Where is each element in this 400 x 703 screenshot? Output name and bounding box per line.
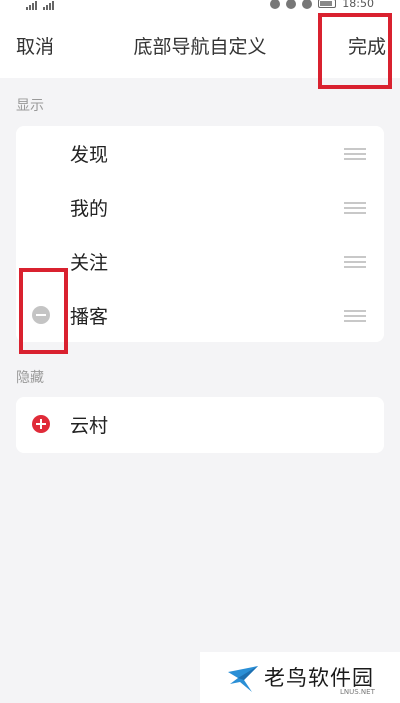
shown-item-follow[interactable]: 关注 bbox=[16, 234, 384, 288]
drag-handle-icon[interactable] bbox=[344, 310, 366, 322]
cancel-button[interactable]: 取消 bbox=[16, 32, 54, 59]
drag-handle-icon[interactable] bbox=[344, 148, 366, 160]
hidden-item-cloud-village[interactable]: 云村 bbox=[16, 397, 384, 453]
shown-items-card: 发现 我的 关注 播客 bbox=[16, 126, 384, 342]
add-plus-icon[interactable] bbox=[32, 415, 50, 433]
status-right: 18:50 bbox=[270, 0, 374, 10]
shown-item-discover[interactable]: 发现 bbox=[16, 126, 384, 180]
drag-handle-icon[interactable] bbox=[344, 256, 366, 268]
hidden-items-card: 云村 bbox=[16, 397, 384, 453]
shown-item-mine[interactable]: 我的 bbox=[16, 180, 384, 234]
mute-icon bbox=[286, 0, 297, 9]
watermark-domain: LNUS.NET bbox=[340, 688, 375, 696]
status-bar: 18:50 bbox=[0, 0, 400, 12]
item-label: 云村 bbox=[70, 415, 109, 437]
sync-icon bbox=[302, 0, 313, 9]
item-label: 关注 bbox=[70, 252, 109, 274]
hidden-section-label: 隐藏 bbox=[16, 370, 44, 386]
shown-section-label: 显示 bbox=[16, 98, 44, 114]
alarm-icon bbox=[270, 0, 281, 9]
drag-handle-icon[interactable] bbox=[344, 202, 366, 214]
nav-header: 取消 底部导航自定义 完成 bbox=[0, 12, 400, 78]
page-title: 底部导航自定义 bbox=[133, 36, 267, 58]
remove-minus-icon[interactable] bbox=[32, 306, 50, 324]
signal-icon-2 bbox=[43, 0, 54, 10]
status-time: 18:50 bbox=[342, 0, 374, 10]
done-button[interactable]: 完成 bbox=[348, 32, 386, 59]
bird-logo-icon bbox=[228, 666, 258, 692]
shown-item-podcast[interactable]: 播客 bbox=[16, 288, 384, 342]
watermark: 老鸟软件园 LNUS.NET bbox=[200, 652, 400, 703]
wifi-icon bbox=[60, 0, 74, 10]
battery-icon bbox=[318, 0, 337, 8]
item-label: 播客 bbox=[70, 306, 109, 328]
item-label: 发现 bbox=[70, 144, 109, 166]
signal-icon bbox=[26, 0, 37, 10]
item-label: 我的 bbox=[70, 198, 109, 220]
status-left bbox=[26, 0, 74, 10]
